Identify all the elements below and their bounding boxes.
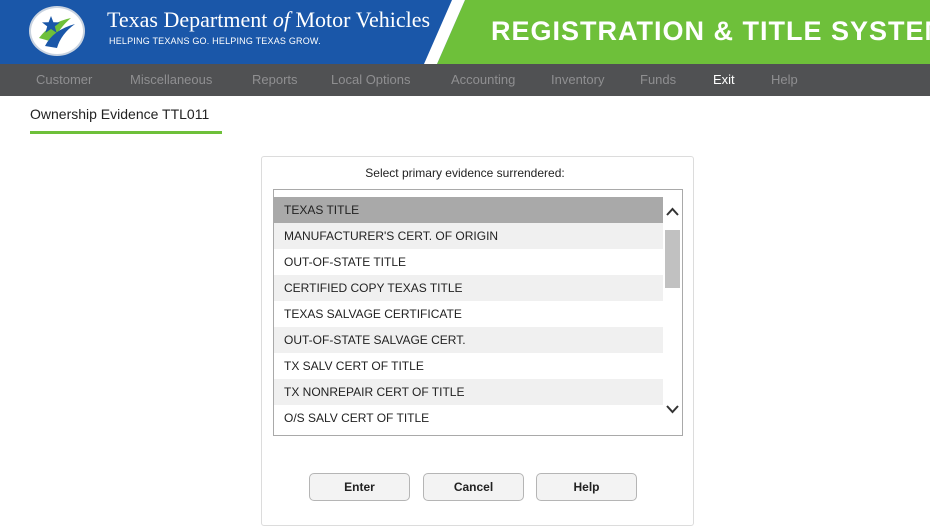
cancel-button[interactable]: Cancel [423,473,524,501]
agency-name-of: of [272,7,290,32]
enter-button[interactable]: Enter [309,473,410,501]
txdmv-star-logo-icon [29,6,85,56]
help-button[interactable]: Help [536,473,637,501]
menu-reports[interactable]: Reports [252,64,298,96]
chevron-up-icon[interactable] [663,202,682,222]
list-item-tx-nonrepair[interactable]: TX NONREPAIR CERT OF TITLE [274,379,663,405]
list-item-texas-salvage[interactable]: TEXAS SALVAGE CERTIFICATE [274,301,663,327]
list-item-tx-salv-cert[interactable]: TX SALV CERT OF TITLE [274,353,663,379]
scrollbar-thumb[interactable] [665,230,680,288]
menu-miscellaneous[interactable]: Miscellaneous [130,64,212,96]
system-title: REGISTRATION & TITLE SYSTEM [491,16,930,46]
agency-tagline: HELPING TEXANS GO. HELPING TEXAS GROW. [109,36,321,46]
dialog-prompt: Select primary evidence surrendered: [365,166,565,180]
agency-name-part2: Motor Vehicles [289,7,431,32]
menu-customer[interactable]: Customer [36,64,92,96]
page-title: Ownership Evidence TTL011 [30,106,210,122]
menu-inventory[interactable]: Inventory [551,64,604,96]
list-item-mco[interactable]: MANUFACTURER'S CERT. OF ORIGIN [274,223,663,249]
menu-accounting[interactable]: Accounting [451,64,515,96]
evidence-listbox[interactable]: TEXAS TITLE MANUFACTURER'S CERT. OF ORIG… [273,189,683,436]
list-item-os-salv-cert[interactable]: O/S SALV CERT OF TITLE [274,405,663,431]
chevron-down-icon[interactable] [663,399,682,419]
menu-help[interactable]: Help [771,64,798,96]
agency-name-part1: Texas Department [107,7,273,32]
list-item-out-of-state-title[interactable]: OUT-OF-STATE TITLE [274,249,663,275]
list-item-texas-title[interactable]: TEXAS TITLE [274,197,663,223]
dialog-prompt-row: Select primary evidence surrendered: [0,164,930,182]
app-header: Texas Department of Motor Vehicles HELPI… [0,0,930,64]
list-item-certified-copy[interactable]: CERTIFIED COPY TEXAS TITLE [274,275,663,301]
menu-funds[interactable]: Funds [640,64,676,96]
listbox-scrollbar[interactable] [663,190,682,435]
page-title-underline [30,131,222,134]
agency-name: Texas Department of Motor Vehicles [107,7,430,33]
menu-exit[interactable]: Exit [713,64,735,96]
main-menu-bar: Customer Miscellaneous Reports Local Opt… [0,64,930,96]
list-item-oos-salvage[interactable]: OUT-OF-STATE SALVAGE CERT. [274,327,663,353]
menu-local-options[interactable]: Local Options [331,64,411,96]
